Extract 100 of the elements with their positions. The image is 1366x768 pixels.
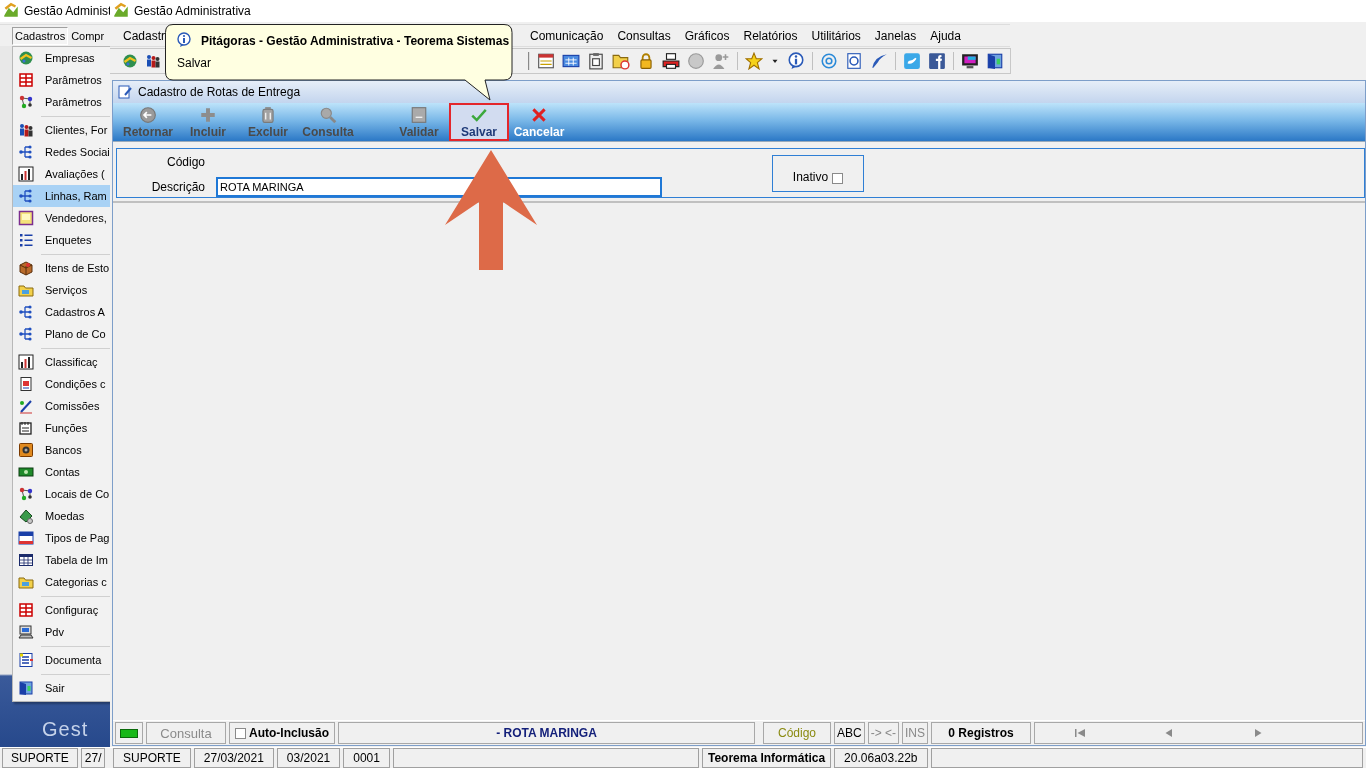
calendar-icon[interactable] bbox=[537, 52, 555, 70]
window-title: Cadastro de Rotas de Entrega bbox=[138, 85, 301, 99]
checkbox-label: Inativo bbox=[792, 169, 829, 184]
company-name: Teorema Informática bbox=[701, 748, 832, 768]
people-icon[interactable] bbox=[145, 53, 161, 69]
nodes-icon bbox=[18, 486, 34, 502]
menu-item[interactable]: Contas bbox=[13, 461, 110, 483]
document-icon bbox=[18, 652, 34, 668]
pen-icon bbox=[18, 398, 34, 414]
menu-item[interactable]: Moedas bbox=[13, 505, 110, 527]
status-cell: 27/ bbox=[80, 748, 106, 768]
status-flag: ABC bbox=[834, 722, 865, 744]
status-cell: 03/2021 bbox=[276, 748, 341, 768]
checkbox[interactable] bbox=[832, 172, 844, 184]
help-icon[interactable] bbox=[845, 52, 863, 70]
back-icon bbox=[139, 105, 157, 124]
menu-item[interactable]: Utilitários bbox=[806, 26, 866, 45]
form-icon bbox=[117, 84, 133, 100]
menu-item[interactable]: Cadastros bbox=[12, 26, 69, 45]
menu-item[interactable]: Janelas bbox=[869, 26, 922, 45]
nodes-icon bbox=[18, 94, 34, 110]
menu-item[interactable]: Consultas bbox=[612, 26, 676, 45]
menu-item[interactable]: Redes Sociai bbox=[13, 141, 110, 163]
info-icon[interactable] bbox=[787, 52, 805, 70]
menu-item[interactable]: Categorias c bbox=[13, 571, 110, 593]
window-title: Gestão Administrativa bbox=[134, 4, 251, 18]
status-cell: SUPORTE bbox=[2, 748, 78, 768]
notepad-icon bbox=[18, 420, 34, 436]
folder-icon[interactable] bbox=[612, 52, 630, 70]
menu-item[interactable]: Locais de Co bbox=[13, 483, 110, 505]
field-label: Código bbox=[165, 154, 205, 169]
status-cell: SUPORTE bbox=[113, 748, 191, 768]
tooltip-text: Salvar bbox=[177, 56, 211, 70]
tree-icon bbox=[18, 304, 34, 320]
book-icon bbox=[18, 210, 34, 226]
grid-icon bbox=[18, 72, 34, 88]
menu-item[interactable]: Funções bbox=[13, 417, 110, 439]
document-icon bbox=[410, 105, 428, 124]
status-flag: -> <- bbox=[867, 722, 900, 744]
menu-item[interactable]: Gráficos bbox=[679, 26, 735, 45]
menu-item[interactable]: Bancos bbox=[13, 439, 110, 461]
menu-item[interactable]: Plano de Co bbox=[13, 323, 110, 345]
menu-item[interactable]: Tipos de Pag bbox=[13, 527, 110, 549]
logo-text: Gest bbox=[42, 718, 89, 741]
menu-item[interactable]: Documenta bbox=[13, 649, 110, 671]
mode-indicator: Consulta bbox=[146, 722, 226, 744]
menu-item[interactable]: Linhas, Ram bbox=[13, 185, 110, 207]
menu-item[interactable]: Sair bbox=[13, 677, 110, 699]
status-cell: 20.06a03.22b bbox=[834, 748, 928, 768]
tree-icon bbox=[18, 188, 34, 204]
clipboard-icon[interactable] bbox=[587, 52, 605, 70]
door-icon[interactable] bbox=[986, 52, 1004, 70]
feather-icon[interactable] bbox=[870, 52, 888, 70]
menu-item[interactable]: Itens de Esto bbox=[13, 257, 110, 279]
status-cell: 27/03/2021 bbox=[193, 748, 274, 768]
checkbox[interactable] bbox=[235, 727, 246, 739]
email-icon[interactable] bbox=[820, 52, 838, 70]
star-icon[interactable] bbox=[745, 52, 763, 70]
save-button[interactable]: Salvar bbox=[449, 103, 509, 141]
menu-item[interactable]: Ajuda bbox=[925, 26, 966, 45]
menu-item[interactable]: Cadastros A bbox=[13, 301, 110, 323]
menu-item[interactable]: Vendedores, bbox=[13, 207, 110, 229]
social-icon[interactable] bbox=[928, 52, 946, 70]
package-icon bbox=[18, 260, 34, 276]
tooltip-title: Pitágoras - Gestão Administrativa - Teorema Sistemas bbox=[201, 34, 510, 48]
menu-item[interactable]: Classificaç bbox=[13, 351, 110, 373]
status-flag: INS bbox=[902, 722, 929, 744]
monitor-icon[interactable] bbox=[961, 52, 979, 70]
globe-icon[interactable] bbox=[122, 53, 138, 69]
input-field[interactable]: ROTA MARINGA bbox=[216, 176, 662, 197]
calendar-icon[interactable] bbox=[562, 52, 580, 70]
menu-item[interactable]: Enquetes bbox=[13, 229, 110, 251]
door-icon bbox=[18, 680, 34, 696]
close-icon bbox=[530, 105, 548, 124]
info-icon bbox=[176, 32, 192, 48]
record-count: 0 Registros bbox=[931, 722, 1032, 744]
folder-icon bbox=[18, 574, 34, 590]
menu-item[interactable]: Compr bbox=[68, 26, 108, 45]
folder-icon bbox=[18, 282, 34, 298]
lock-icon[interactable] bbox=[637, 52, 655, 70]
status-lamp bbox=[120, 728, 138, 738]
menu-item[interactable]: Empresas bbox=[13, 47, 110, 69]
menu-item[interactable]: Relatórios bbox=[738, 26, 803, 45]
card-icon bbox=[18, 530, 34, 546]
menu-item[interactable]: Pdv bbox=[13, 621, 110, 643]
menu-item[interactable]: Serviços bbox=[13, 279, 110, 301]
menu-item[interactable]: Comunicação bbox=[525, 26, 609, 45]
tree-icon bbox=[18, 144, 34, 160]
menu-item[interactable]: Comissões bbox=[13, 395, 110, 417]
menu-item[interactable]: Avaliações ( bbox=[13, 163, 110, 185]
menu-item[interactable]: Tabela de Im bbox=[13, 549, 110, 571]
key-field: Código bbox=[763, 722, 831, 744]
menu-item[interactable]: Parâmetros bbox=[13, 91, 110, 113]
menu-item[interactable]: Clientes, For bbox=[13, 119, 110, 141]
menu-item[interactable]: Condições c bbox=[13, 373, 110, 395]
menu-item[interactable]: Parâmetros bbox=[13, 69, 110, 91]
menu-item[interactable]: Configuraç bbox=[13, 599, 110, 621]
checkbox-label: Auto-Inclusão bbox=[249, 726, 329, 740]
search-icon bbox=[319, 105, 337, 124]
printer-icon[interactable] bbox=[662, 52, 680, 70]
